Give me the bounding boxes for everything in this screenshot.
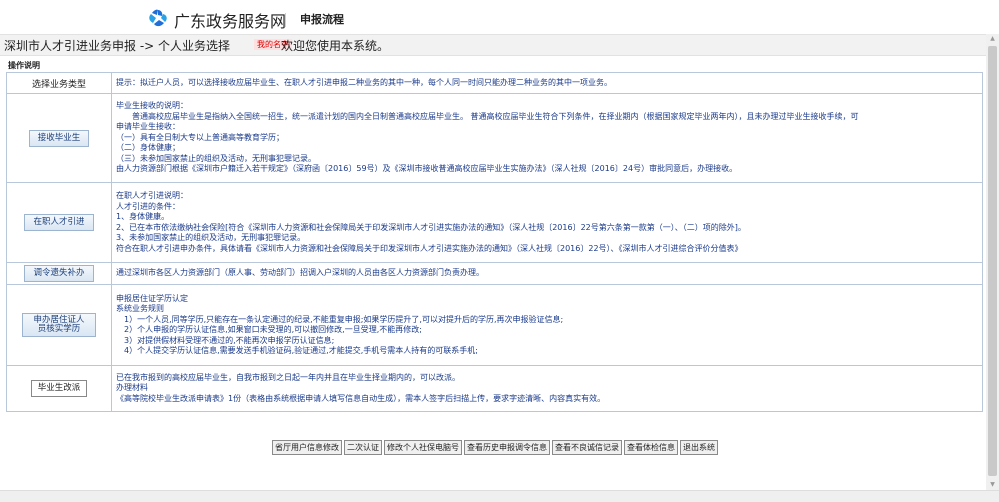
description-line: 办理材料: [116, 383, 148, 393]
table-row: 调令遗失补办 通过深圳市各区人力资源部门（原人事、劳动部门）招调入户深圳的人员由…: [6, 262, 983, 285]
description-line: （二）身体健康；: [116, 143, 180, 153]
label-cell: 选择业务类型: [6, 72, 112, 94]
edit-provincial-user-info-button[interactable]: 省厅用户信息修改: [272, 440, 342, 455]
view-bad-credit-record-button[interactable]: 查看不良诚信记录: [552, 440, 622, 455]
label-cell: 在职人才引进: [6, 182, 112, 263]
label-cell: 调令遗失补办: [6, 262, 112, 285]
description-line: 3、未参加国家禁止的组织及活动，无刑事犯罪记录。: [116, 233, 306, 242]
description-line: 1）一个人员,同等学历,只能存在一条认定通过的纪录,不能重复申报;如果学历提升了…: [116, 314, 564, 324]
description-line: 人才引进的条件：: [116, 201, 180, 211]
lost-transfer-order-button[interactable]: 调令遗失补办: [24, 265, 94, 282]
top-header: 广东政务服务网 申报流程: [0, 0, 999, 34]
logout-button[interactable]: 退出系统: [680, 440, 718, 455]
table-row: 毕业生改派 已在我市报到的高校应届毕业生，自我市报到之日起一年内并且在毕业生择业…: [6, 365, 983, 412]
description-cell: 提示：拟迁户人员，可以选择接收应届毕业生、在职人才引进申报二种业务的其中一种，每…: [111, 72, 983, 94]
description-line: 符合在职人才引进申办条件，具体请看《深圳市人力资源和社会保障局关于印发深圳市人才…: [116, 243, 743, 253]
description-line: （一）具有全日制大专以上普通高等教育学历；: [116, 132, 284, 142]
description-line: 由人力资源部门根据《深圳市户籍迁入若干规定》（深府函〔2016〕59号）及《深圳…: [116, 164, 738, 174]
site-name: 广东政务服务网: [174, 12, 287, 31]
talent-introduction-button[interactable]: 在职人才引进: [24, 214, 94, 231]
scroll-down-arrow-icon[interactable]: ▼: [986, 480, 999, 490]
description-line: 通过深圳市各区人力资源部门（原人事、劳动部门）招调入户深圳的人员由各区人力资源部…: [116, 268, 484, 278]
description-cell: 通过深圳市各区人力资源部门（原人事、劳动部门）招调入户深圳的人员由各区人力资源部…: [111, 262, 983, 285]
description-cell: 毕业生接收的说明： 普通高校应届毕业生是指纳入全国统一招生，统一派遣计划的国内全…: [111, 93, 983, 183]
header-divider: [285, 13, 286, 27]
description-line: 已在我市报到的高校应届毕业生，自我市报到之日起一年内并且在毕业生择业期内的，可以…: [116, 372, 460, 382]
section-title: 操作说明: [8, 61, 40, 70]
welcome-message: 欢迎您使用本系统。: [281, 39, 390, 53]
description-cell: 已在我市报到的高校应届毕业生，自我市报到之日起一年内并且在毕业生择业期内的，可以…: [111, 365, 983, 412]
label-cell: 接收毕业生: [6, 93, 112, 183]
description-line: 2、已在本市依法缴纳社会保险[符合《深圳市人力资源和社会保障局关于印发深圳市人才…: [116, 222, 746, 232]
table-row: 接收毕业生 毕业生接收的说明： 普通高校应届毕业生是指纳入全国统一招生，统一派遣…: [6, 93, 983, 183]
description-line: 申请毕业生接收：: [116, 122, 180, 132]
description-line: 3）对提供假材料受理不通过的,不能再次申报学历认证信息;: [116, 335, 335, 345]
breadcrumb-bar: 深圳市人才引进业务申报 -> 个人业务选择 我的名字 欢迎您使用本系统。: [0, 34, 986, 56]
view-transfer-history-button[interactable]: 查看历史申报调令信息: [464, 440, 550, 455]
graduate-reassignment-button[interactable]: 毕业生改派: [30, 380, 88, 397]
view-medical-exam-button[interactable]: 查看体检信息: [624, 440, 678, 455]
page-title: 申报流程: [300, 13, 344, 26]
edit-social-security-number-button[interactable]: 修改个人社保电脑号: [384, 440, 462, 455]
description-line: 2）个人申报的学历认证信息,如果窗口未受理的,可以撤回修改,一旦受理,不能再修改…: [116, 325, 422, 334]
table-row: 选择业务类型 提示：拟迁户人员，可以选择接收应届毕业生、在职人才引进申报二种业务…: [6, 72, 983, 94]
scroll-up-arrow-icon[interactable]: ▲: [986, 34, 999, 44]
intro-text: 提示：拟迁户人员，可以选择接收应届毕业生、在职人才引进申报二种业务的其中一种，每…: [116, 77, 612, 87]
action-bar: 省厅用户信息修改 二次认证 修改个人社保电脑号 查看历史申报调令信息 查看不良诚…: [0, 440, 990, 455]
business-type-label: 选择业务类型: [31, 79, 86, 90]
description-cell: 在职人才引进说明： 人才引进的条件： 1、身体健康。 2、已在本市依法缴纳社会保…: [111, 182, 983, 263]
description-line: 申报居住证学历认定: [116, 293, 188, 303]
description-line: 4）个人提交学历认证信息,需要发送手机验证码,验证通过,才能提交,手机号需本人持…: [116, 346, 478, 355]
vertical-scrollbar[interactable]: ▲ ▼: [986, 34, 999, 490]
description-cell: 申报居住证学历认定 系统业务规则 1）一个人员,同等学历,只能存在一条认定通过的…: [111, 284, 983, 366]
residence-permit-education-button[interactable]: 申办居住证人员核实学历: [22, 313, 96, 337]
second-authentication-button[interactable]: 二次认证: [344, 440, 382, 455]
description-line: 1、身体健康。: [116, 212, 170, 221]
description-line: 毕业生接收的说明：: [116, 101, 188, 111]
receive-graduate-button[interactable]: 接收毕业生: [28, 129, 90, 147]
logo-icon: [149, 9, 167, 27]
description-line: （三）未参加国家禁止的组织及活动，无刑事犯罪记录。: [116, 153, 316, 163]
description-line: 《高等院校毕业生改派申请表》1份（表格由系统根据申请人填写信息自动生成），需本人…: [116, 393, 606, 403]
label-cell: 申办居住证人员核实学历: [6, 284, 112, 366]
description-line: 在职人才引进说明：: [116, 191, 188, 200]
bottom-strip: [0, 490, 999, 502]
table-row: 在职人才引进 在职人才引进说明： 人才引进的条件： 1、身体健康。 2、已在本市…: [6, 182, 983, 263]
label-cell: 毕业生改派: [6, 365, 112, 412]
description-line: 系统业务规则: [116, 304, 164, 313]
business-table: 选择业务类型 提示：拟迁户人员，可以选择接收应届毕业生、在职人才引进申报二种业务…: [6, 72, 983, 412]
table-row: 申办居住证人员核实学历 申报居住证学历认定 系统业务规则 1）一个人员,同等学历…: [6, 284, 983, 366]
breadcrumb: 深圳市人才引进业务申报 -> 个人业务选择: [4, 39, 231, 53]
scroll-thumb[interactable]: [988, 46, 997, 476]
description-line: 普通高校应届毕业生是指纳入全国统一招生，统一派遣计划的国内全日制普通高校应届毕业…: [116, 111, 859, 121]
